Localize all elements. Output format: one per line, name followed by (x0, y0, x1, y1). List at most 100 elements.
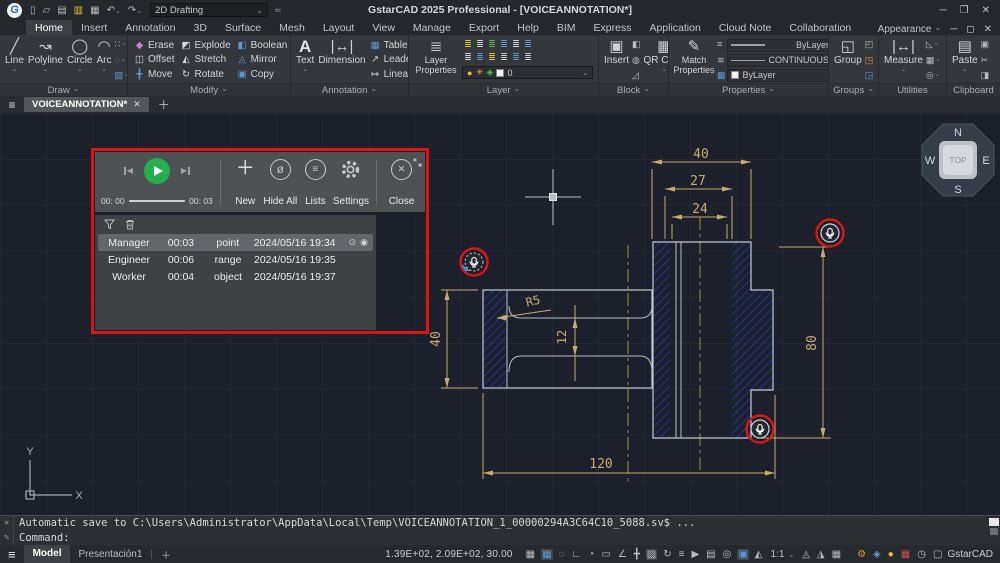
hide-all-button[interactable]: ø Hide All (263, 157, 298, 208)
status-menu-icon[interactable]: ≡ (0, 547, 24, 562)
ribbon-minimize-icon[interactable]: ─ (950, 24, 957, 35)
light-bulb-icon[interactable]: ● (887, 549, 895, 560)
locate-annotation-icon[interactable]: ⊙ (349, 237, 357, 248)
explode-button[interactable]: ◩Explode (181, 39, 231, 52)
layout-tab[interactable]: Presentación1 (70, 549, 150, 560)
ellipse-tools-icon[interactable]: ◌⌄ (115, 55, 128, 66)
scrollbar-thumb[interactable] (990, 528, 998, 535)
block-define-icon[interactable]: ◧ (632, 39, 641, 50)
panel-label-block[interactable]: Block (599, 83, 668, 96)
tab-home[interactable]: Home (26, 20, 72, 35)
linetype-combo[interactable]: CONTINUOUS ⌄ (727, 54, 828, 67)
scrollbar-button[interactable] (989, 518, 999, 526)
ribbon-close-icon[interactable]: ✕ (984, 24, 992, 35)
panel-label-groups[interactable]: Groups (829, 83, 878, 96)
layer-select-combo[interactable]: ● ☀ ◈ 0 ⌄ (462, 66, 593, 79)
lineweight-icon[interactable]: ≡ (678, 549, 686, 560)
monitor-icon[interactable]: ▦ (900, 549, 911, 560)
skip-to-start-button[interactable]: ◀ (124, 166, 133, 175)
model-tab[interactable]: Model (24, 545, 71, 563)
layer-thaw-icon[interactable]: ≣ (474, 51, 486, 64)
ribbon-restore-icon[interactable]: ◻ (966, 24, 974, 35)
settings-gear-icon[interactable]: ⚙ (856, 549, 867, 560)
rotate-button[interactable]: ↻Rotate (181, 68, 231, 81)
edit-command-icon[interactable]: ✎ (4, 533, 9, 543)
circle-button[interactable]: ◯ Circle⌄ (65, 37, 95, 83)
annotation-scale-dropdown[interactable]: 1:1 ⌄ (769, 549, 797, 560)
collapse-dialog-icon[interactable] (413, 154, 422, 172)
tab-insert[interactable]: Insert (72, 20, 116, 35)
redo-icon[interactable]: ↷⌄ (128, 5, 142, 16)
layer-lock-icon[interactable]: ≣ (486, 38, 498, 51)
isometric-drafting-icon[interactable]: ↻ (662, 549, 672, 560)
table-button[interactable]: ▦Table (370, 39, 408, 52)
command-prompt[interactable]: Command: (19, 532, 987, 544)
hardware-accel-icon[interactable]: ▣ (737, 549, 748, 560)
copy-clip-icon[interactable]: ▣ (981, 39, 990, 50)
view-cube[interactable]: N E S W TOP (922, 124, 994, 196)
paste-button[interactable]: ▤ Paste⌄ (950, 37, 980, 83)
new-file-icon[interactable]: ▯ (30, 5, 36, 16)
trash-icon[interactable] (125, 217, 135, 235)
color-list-icon[interactable]: ▩ (717, 70, 726, 81)
hatch-tools-icon[interactable]: ▨⌄ (115, 70, 128, 81)
area-measure-icon[interactable]: ▦⌄ (926, 55, 941, 66)
tab-mesh[interactable]: Mesh (270, 20, 314, 35)
tab-export[interactable]: Export (460, 20, 508, 35)
selection-cycling-icon[interactable]: ▶ (690, 549, 700, 560)
lineweight-list-icon[interactable]: ≡ (717, 39, 726, 50)
voice-record-row[interactable]: Worker 00:04 object 2024/05/16 19:37 (98, 268, 373, 285)
close-tab-icon[interactable]: ✕ (133, 99, 141, 110)
qr-code-button[interactable]: ▦ QR Code⌄ (642, 37, 668, 83)
voice-marker-bottom[interactable] (747, 416, 774, 443)
workspace-dropdown[interactable]: 2D Drafting ⌄ (150, 3, 268, 17)
open-folder-icon[interactable]: ▱ (43, 5, 51, 16)
offset-button[interactable]: ◫Offset (134, 53, 175, 66)
tab-collaboration[interactable]: Collaboration (780, 20, 860, 35)
tab-help[interactable]: Help (508, 20, 548, 35)
layer-merge-icon[interactable]: ≣ (510, 38, 522, 51)
tab-bim[interactable]: BIM (548, 20, 585, 35)
document-tab[interactable]: VOICEANNOTATION* ✕ (24, 97, 149, 112)
dynamic-ucs-icon[interactable]: ╋ (633, 549, 641, 560)
drawing-canvas[interactable]: 40 27 24 40 12 R5 80 120 (0, 113, 1000, 515)
angle-measure-icon[interactable]: ◺⌄ (926, 39, 941, 50)
lineweight-combo[interactable]: ByLayer ⌄ (727, 39, 828, 52)
panel-label-layer[interactable]: Layer (409, 83, 598, 96)
voice-record-row[interactable]: Engineer 00:06 range 2024/05/16 19:35 (98, 251, 373, 268)
annotation-visibility-icon[interactable]: ◬ (801, 549, 811, 560)
linetype-list-icon[interactable]: ≋ (717, 55, 726, 66)
ungroup-icon[interactable]: ◰ (865, 39, 874, 50)
grid-icon[interactable]: ▦ (525, 549, 536, 560)
app-logo-icon[interactable]: G (7, 3, 22, 18)
object-snap-tracking-icon[interactable]: ∠ (617, 549, 628, 560)
point-tools-icon[interactable]: ∷⌄ (115, 39, 128, 50)
recorder-icon[interactable]: ◷ (916, 549, 927, 560)
tab-3d[interactable]: 3D (185, 20, 216, 35)
group-select-icon[interactable]: ◲ (865, 70, 874, 81)
polar-tracking-icon[interactable]: ◔ (587, 549, 595, 560)
snap-icon[interactable]: ▦ (541, 549, 552, 560)
skip-to-end-button[interactable]: ▶ (181, 166, 190, 175)
layer-unlock-state-icon[interactable]: ◈ (487, 67, 494, 78)
measure-button[interactable]: |↔| Measure⌄ (882, 37, 925, 83)
text-button[interactable]: A Text⌄ (294, 37, 316, 83)
new-annotation-button[interactable]: ＋ New (228, 157, 263, 208)
insert-block-button[interactable]: ▣ Insert (602, 37, 631, 83)
play-annotation-icon[interactable]: ◉ (360, 237, 368, 248)
dynamic-input-icon[interactable]: ▭ (600, 549, 611, 560)
layer-walk-icon[interactable]: ≣ (522, 38, 534, 51)
cut-icon[interactable]: ✂ (981, 55, 990, 66)
add-layout-icon[interactable]: ＋ (153, 547, 179, 562)
boolean-button[interactable]: ◧Boolean (237, 39, 288, 52)
snap-mode-icon[interactable]: ◌ (558, 549, 566, 560)
play-button[interactable] (144, 158, 170, 184)
block-attach-icon[interactable]: ◿ (632, 70, 641, 81)
layer-sun-icon[interactable]: ☀ (475, 67, 483, 78)
match-properties-button[interactable]: ✎ Match Properties (672, 37, 716, 83)
move-button[interactable]: ╋Move (134, 68, 175, 81)
panel-label-draw[interactable]: Draw (0, 83, 127, 96)
layer-states-icon[interactable]: ≣ (522, 51, 534, 64)
layer-isolate-icon[interactable]: ≣ (498, 38, 510, 51)
new-tab-icon[interactable]: ＋ (158, 96, 170, 113)
